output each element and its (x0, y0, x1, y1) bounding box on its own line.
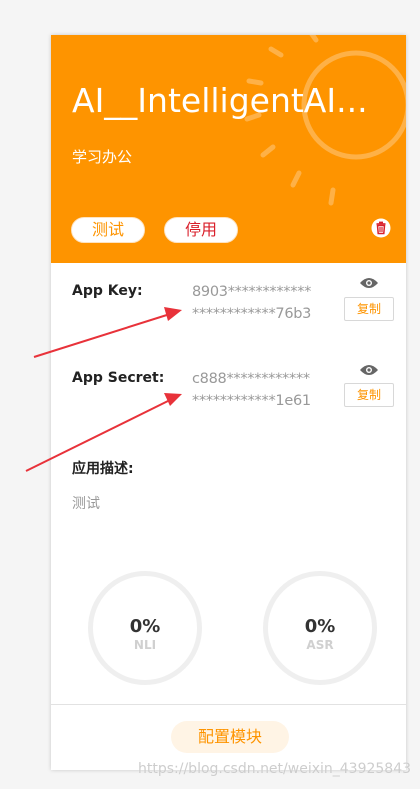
app-title: AI__IntelligentAI... (72, 81, 368, 120)
nli-label: NLI (133, 638, 157, 652)
description-text: 测试 (72, 496, 100, 512)
eye-icon[interactable] (359, 363, 379, 377)
app-category: 学习办公 (72, 148, 133, 166)
app-secret-value-line1: c888************ (192, 371, 310, 387)
config-module-button[interactable]: 配置模块 (171, 721, 289, 753)
card-header: AI__IntelligentAI... 学习办公 测试 停用 (51, 35, 406, 263)
trash-icon[interactable] (371, 218, 391, 238)
app-card: AI__IntelligentAI... 学习办公 测试 停用 App Key:… (51, 35, 406, 770)
app-key-label: App Key: (72, 283, 143, 299)
test-button[interactable]: 测试 (71, 217, 145, 243)
app-key-value-line2: ************76b3 (192, 306, 312, 322)
asr-label: ASR (306, 638, 334, 652)
asr-value: 0% (304, 616, 336, 637)
footer-divider (51, 704, 406, 705)
eye-icon[interactable] (359, 276, 379, 290)
app-secret-value-line2: ************1e61 (192, 393, 311, 409)
description-label: 应用描述: (72, 461, 134, 477)
nli-gauge: 0% NLI (88, 571, 202, 685)
asr-gauge: 0% ASR (263, 571, 377, 685)
app-secret-label: App Secret: (72, 370, 165, 386)
app-key-value-line1: 8903************ (192, 284, 312, 300)
disable-button[interactable]: 停用 (164, 217, 238, 243)
copy-app-secret-button[interactable]: 复制 (344, 383, 394, 407)
copy-app-key-button[interactable]: 复制 (344, 297, 394, 321)
watermark-text: https://blog.csdn.net/weixin_43925843 (138, 761, 412, 777)
nli-value: 0% (129, 616, 161, 637)
